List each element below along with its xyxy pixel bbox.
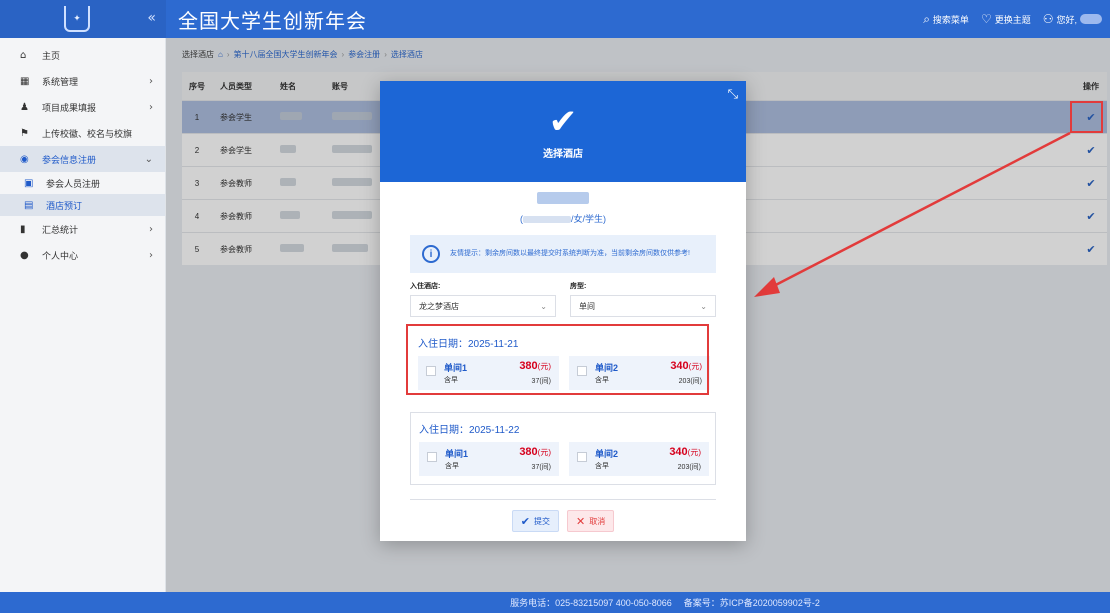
sidebar: ⌂ 主页 ▦ 系统管理 › ♟ 项目成果填报 › ⚑ 上传校徽、校名与校旗 ◉ … [0,38,166,592]
room-price: 380(元) [519,446,551,458]
sidebar-item-home[interactable]: ⌂ 主页 [0,42,165,68]
search-icon: ⌕ [923,11,930,26]
room-checkbox[interactable] [577,452,587,462]
select-hotel-modal: ⤡ ✔ 选择酒店 (/女/学生) i 友情提示：剩余房间数以最终提交时系统判断为… [380,81,746,541]
building-icon: ▣ [24,177,34,189]
room-price: 340(元) [669,446,701,458]
sidebar-item-stats[interactable]: ▮ 汇总统计 › [0,216,165,242]
hotel-icon: ▤ [24,199,34,211]
sidebar-item-attendee[interactable]: ▣ 参会人员注册 [0,172,165,194]
person-icon: ● [20,249,29,261]
person-id-redacted [523,216,571,224]
tip-text: 友情提示：剩余房间数以最终提交时系统判断为准，当前剩余房间数仅供参考! [450,250,690,257]
chevron-down-icon: ⌄ [700,301,707,311]
change-theme-button[interactable]: ♡ 更换主题 [981,12,1031,26]
grid-icon: ▦ [20,75,30,87]
username-redacted [1080,14,1102,24]
search-menu-button[interactable]: ⌕ 搜索菜单 [923,12,969,27]
bar-chart-icon: ▮ [20,223,26,235]
home-icon: ⌂ [20,49,27,61]
check-icon: ✔ [520,514,530,528]
logo-icon: ✦ [64,6,90,32]
room-option[interactable]: 单间2 含早 340(元) 203(间) [569,442,709,476]
sidebar-item-project[interactable]: ♟ 项目成果填报 › [0,94,165,120]
collapse-sidebar-icon[interactable]: « [147,10,156,26]
tip-banner: i 友情提示：剩余房间数以最终提交时系统判断为准，当前剩余房间数仅供参考! [410,235,716,273]
divider [410,499,716,500]
top-header: ✦ « 全国大学生创新年会 ⌕ 搜索菜单 ♡ 更换主题 ⚇ 您好, [0,0,1110,38]
cancel-button[interactable]: ✕ 取消 [567,510,615,532]
user-menu-button[interactable]: ⚇ 您好, [1043,12,1102,26]
chevron-down-icon: ⌄ [540,301,547,311]
user-icon: ⚇ [1042,12,1054,26]
footer-phone: 服务电话：025-83215097 400-050-8066 [510,598,672,608]
annotation-highlight-box [406,324,709,395]
modal-header: ⤡ ✔ 选择酒店 [380,81,746,182]
chevron-right-icon: › [149,223,153,235]
room-type-label: 房型: [570,283,587,290]
footer-icp[interactable]: 备案号：苏ICP备2020059902号-2 [684,596,820,609]
globe-icon: ◉ [20,153,29,165]
hotel-select[interactable]: 龙之梦酒店 ⌄ [410,295,556,317]
annotation-arrow [754,131,1071,297]
sidebar-item-profile[interactable]: ● 个人中心 › [0,242,165,268]
close-icon[interactable]: ⤡ [728,87,738,102]
room-checkbox[interactable] [427,452,437,462]
chevron-down-icon: ⌄ [144,153,153,165]
info-icon: i [422,245,440,263]
flag-icon: ⚑ [20,127,29,139]
chevron-right-icon: › [149,249,153,261]
sidebar-item-upload[interactable]: ⚑ 上传校徽、校名与校旗 [0,120,165,146]
person-name-redacted [537,192,589,204]
chevron-right-icon: › [149,75,153,87]
submit-button[interactable]: ✔ 提交 [511,510,559,532]
logo-area: ✦ « [0,0,166,38]
footer: 服务电话：025-83215097 400-050-8066 备案号：苏ICP备… [0,592,1110,613]
room-type-select[interactable]: 单间 ⌄ [570,295,716,317]
close-icon: ✕ [576,514,586,528]
chevron-right-icon: › [149,101,153,113]
date-card: 入住日期：2025-11-22 单间1 含早 380(元) 37(间) 单间2 … [410,412,716,485]
person-info: (/女/学生) [380,192,746,225]
app-title: 全国大学生创新年会 [178,8,367,33]
modal-title: 选择酒店 [543,149,583,160]
sidebar-item-registration[interactable]: ◉ 参会信息注册 ⌄ [0,146,165,172]
person-details: (/女/学生) [520,214,606,224]
heart-icon: ♡ [980,12,992,26]
sidebar-item-hotel[interactable]: ▤ 酒店预订 [0,194,165,216]
hotel-label: 入住酒店: [410,283,441,290]
sidebar-item-system[interactable]: ▦ 系统管理 › [0,68,165,94]
user-add-icon: ♟ [20,101,29,113]
room-option[interactable]: 单间1 含早 380(元) 37(间) [419,442,559,476]
checkmark-icon: ✔ [548,102,578,142]
checkin-date: 入住日期：2025-11-22 [419,425,520,436]
